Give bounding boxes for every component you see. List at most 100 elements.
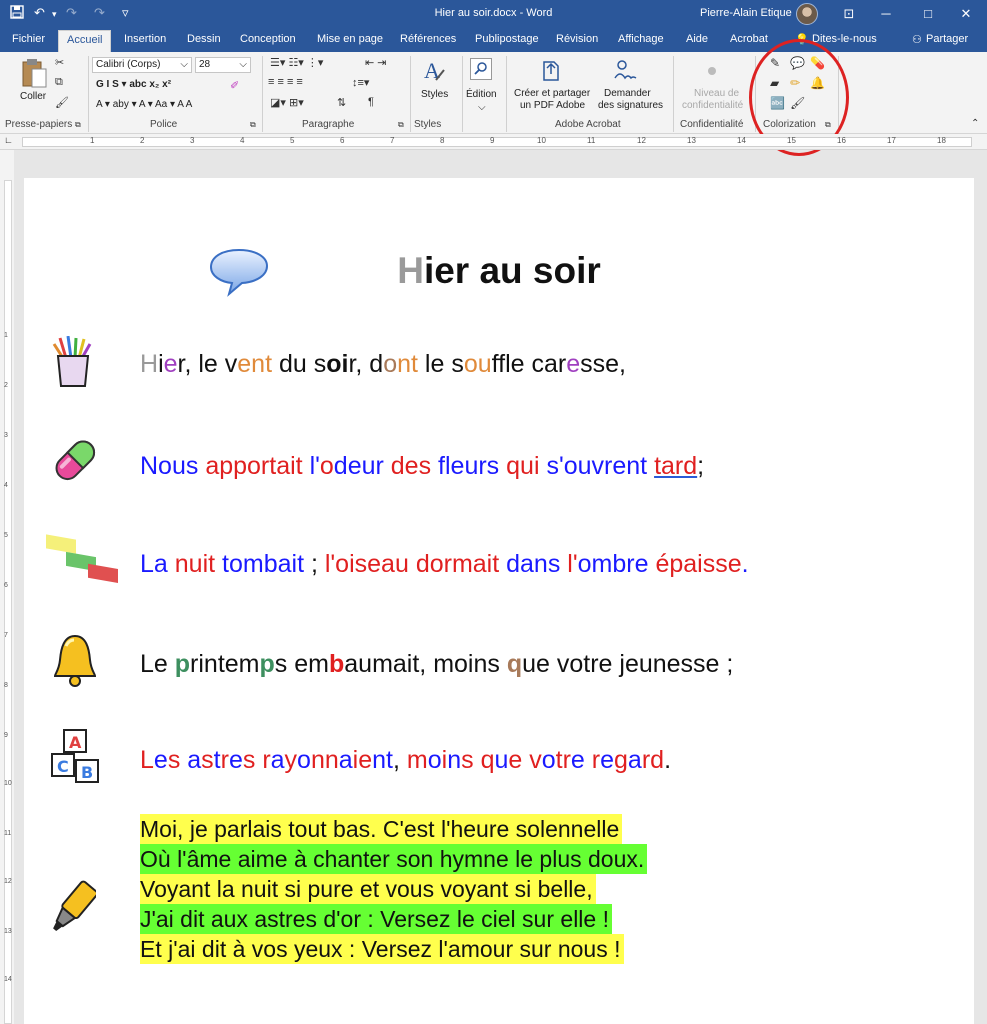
acrobat-group-label: Adobe Acrobat	[555, 119, 621, 130]
font-size-select[interactable]: 28 ⌵	[195, 57, 251, 73]
stanza-line-2: Où l'âme aime à chanter son hymne le plu…	[140, 844, 648, 874]
colorize-abc-icon[interactable]: 🔤	[770, 96, 785, 110]
stanza-line-1: Moi, je parlais tout bas. C'est l'heure …	[140, 814, 623, 844]
colorize-brush-icon[interactable]: 🖌	[790, 96, 805, 110]
font-group-label: Police	[150, 119, 178, 130]
styles-button[interactable]: Styles	[421, 89, 448, 100]
font-color-buttons[interactable]: A ▾ aby ▾ A ▾ Aa ▾ A A	[96, 99, 192, 110]
confidentiality-icon	[708, 67, 716, 75]
tab-revision[interactable]: Révision	[556, 33, 598, 45]
bullets-icon[interactable]: ☰▾ ☷▾ ⋮▾	[270, 56, 323, 69]
vertical-ruler-numbers: 1 2 3 4 5 6 7 8 9 10 11 12 13 14	[4, 332, 12, 983]
minimize-button[interactable]: ─	[872, 4, 900, 24]
confidentiality-label-1: Niveau de	[694, 88, 740, 99]
tab-publipostage[interactable]: Publipostage	[475, 33, 539, 45]
svg-text:B: B	[81, 763, 93, 782]
create-pdf-icon[interactable]	[540, 58, 562, 85]
title-bar: ↶ ▾ ↷ ↷ ▿ Hier au soir.docx - Word Pierr…	[0, 0, 987, 28]
clipboard-launcher-icon[interactable]: ⧉	[75, 120, 81, 130]
bell-icon	[52, 632, 98, 693]
tab-dessin[interactable]: Dessin	[187, 33, 221, 45]
lightbulb-icon: 💡	[795, 34, 809, 46]
pencil-cup-icon	[50, 335, 96, 393]
confidentiality-group-label: Confidentialité	[680, 119, 744, 130]
tab-acrobat[interactable]: Acrobat	[730, 33, 768, 45]
avatar[interactable]	[796, 3, 818, 25]
abc-blocks-icon: A C B	[50, 728, 102, 791]
tab-accueil[interactable]: Accueil	[58, 30, 112, 52]
cut-icon[interactable]: ✂	[55, 56, 64, 69]
search-icon[interactable]	[470, 58, 492, 80]
shading-icon[interactable]: ◪▾ ⊞▾	[270, 96, 304, 109]
request-signature-label-2[interactable]: des signatures	[598, 100, 663, 111]
horizontal-ruler[interactable]: ∟ 1 2 3 4 5 6 7 8 9 10 11 12 13 14 15 16…	[0, 134, 987, 150]
create-pdf-label-1[interactable]: Créer et partager	[514, 88, 590, 99]
tab-fichier[interactable]: Fichier	[12, 33, 45, 45]
request-signature-label-1[interactable]: Demander	[604, 88, 651, 99]
tab-stop-selector-icon[interactable]: ∟	[4, 135, 13, 145]
tab-dites-le-nous[interactable]: Dites-le-nous	[812, 33, 877, 45]
svg-text:A: A	[69, 733, 82, 752]
clipboard-group-label: Presse-papiers	[5, 119, 73, 130]
stanza-line-3: Voyant la nuit si pure et vous voyant si…	[140, 874, 596, 904]
colorize-pill-icon[interactable]: 💊	[810, 56, 825, 70]
editing-button[interactable]: Édition	[466, 89, 497, 100]
colorize-bubble-icon[interactable]: 💬	[790, 56, 805, 70]
close-button[interactable]: ✕	[952, 4, 980, 24]
colorization-launcher-icon[interactable]: ⧉	[825, 120, 831, 130]
highlighter-icon	[48, 878, 99, 945]
tab-insertion[interactable]: Insertion	[124, 33, 166, 45]
colorize-bell-icon[interactable]: 🔔	[810, 76, 825, 90]
font-family-select[interactable]: Calibri (Corps) ⌵	[92, 57, 192, 73]
ribbon-tabs: Fichier Accueil Insertion Dessin Concept…	[0, 28, 987, 52]
document-title-heading: Hier au soir	[397, 250, 601, 291]
eraser-blocks-icon	[44, 530, 120, 595]
pilcrow-icon[interactable]: ¶	[368, 96, 374, 108]
paste-icon[interactable]	[20, 57, 50, 92]
share-icon[interactable]: ⚇	[912, 33, 922, 46]
tab-references[interactable]: Références	[400, 33, 456, 45]
ribbon-display-options-icon[interactable]: ⊡	[835, 4, 863, 24]
paragraph-group-label: Paragraphe	[302, 119, 355, 130]
clear-formatting-icon[interactable]: ✐	[230, 79, 239, 92]
styles-icon[interactable]: A	[422, 58, 446, 87]
tab-affichage[interactable]: Affichage	[618, 33, 664, 45]
indent-icon[interactable]: ⇤ ⇥	[365, 56, 387, 69]
maximize-button[interactable]: □	[914, 4, 942, 24]
paste-label[interactable]: Coller	[20, 91, 46, 102]
poem-line-2: Nous apportait l'odeur des fleurs qui s'…	[140, 452, 705, 480]
ribbon: Coller ✂ ⧉ 🖌 Presse-papiers ⧉ Calibri (C…	[0, 52, 987, 134]
pill-icon	[50, 433, 102, 494]
tab-mise-en-page[interactable]: Mise en page	[317, 33, 383, 45]
poem-line-5: Les astres rayonnaient, moins que votre …	[140, 746, 672, 774]
tab-conception[interactable]: Conception	[240, 33, 296, 45]
font-format-buttons[interactable]: G I S ▾ abc x₂ x²	[96, 79, 171, 90]
svg-text:C: C	[57, 757, 69, 776]
format-painter-icon[interactable]: 🖌	[55, 96, 69, 109]
copy-icon[interactable]: ⧉	[55, 76, 63, 89]
poem-line-3: La nuit tombait ; l'oiseau dormait dans …	[140, 550, 749, 578]
colorize-eraser-icon[interactable]: ▰	[770, 76, 779, 90]
tab-aide[interactable]: Aide	[686, 33, 708, 45]
document-page[interactable]: Hier au soir Hier, le vent du soir, dont…	[24, 178, 974, 1024]
collapse-ribbon-icon[interactable]: ⌃	[971, 118, 979, 129]
confidentiality-label-2: confidentialité	[682, 100, 744, 111]
stanza-line-5: Et j'ai dit à vos yeux : Versez l'amour …	[140, 934, 624, 964]
share-button[interactable]: Partager	[926, 33, 968, 45]
editing-dropdown-icon[interactable]: ⌵	[478, 102, 486, 113]
signature-icon[interactable]	[612, 58, 638, 85]
poem-line-4: Le printemps embaumait, moins que votre …	[140, 650, 734, 678]
sort-icon[interactable]: ⇅	[337, 96, 346, 109]
colorize-highlighter-icon[interactable]: ✏	[790, 76, 800, 90]
create-pdf-label-2[interactable]: un PDF Adobe	[520, 100, 585, 111]
font-launcher-icon[interactable]: ⧉	[250, 120, 256, 130]
colorization-group-label: Colorization	[763, 119, 816, 130]
poem-stanza: Moi, je parlais tout bas. C'est l'heure …	[140, 814, 648, 964]
line-spacing-icon[interactable]: ↕≡▾	[352, 76, 369, 89]
colorize-pencils-icon[interactable]: ✎	[770, 56, 780, 70]
poem-line-1: Hier, le vent du soir, dont le souffle c…	[140, 350, 626, 378]
paragraph-launcher-icon[interactable]: ⧉	[398, 120, 404, 130]
alignment-icons[interactable]: ≡ ≡ ≡ ≡	[268, 76, 303, 88]
user-name[interactable]: Pierre-Alain Etique	[700, 7, 792, 19]
stanza-line-4: J'ai dit aux astres d'or : Versez le cie…	[140, 904, 612, 934]
